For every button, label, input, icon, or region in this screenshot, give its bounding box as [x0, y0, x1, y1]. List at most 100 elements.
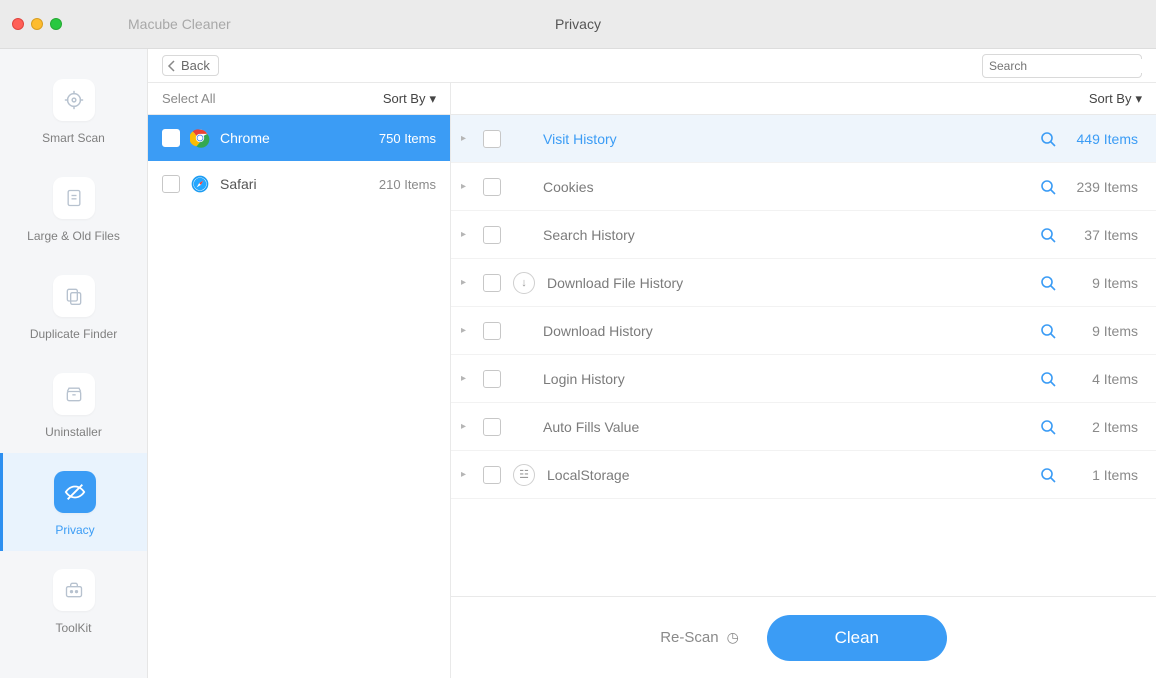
browser-name: Chrome: [220, 130, 369, 146]
disclosure-triangle-icon[interactable]: ▸: [461, 421, 471, 432]
magnify-icon[interactable]: [1040, 467, 1056, 483]
clean-label: Clean: [835, 628, 879, 648]
magnify-icon[interactable]: [1040, 275, 1056, 291]
browser-row-safari[interactable]: Safari210 Items: [148, 161, 450, 207]
detail-count: 9 Items: [1068, 323, 1138, 339]
section-title: Privacy: [555, 16, 601, 32]
sidebar-item-label: Uninstaller: [45, 425, 102, 439]
minimize-window-button[interactable]: [31, 18, 43, 30]
detail-checkbox[interactable]: [483, 130, 501, 148]
browser-row-chrome[interactable]: Chrome 750 Items: [148, 115, 450, 161]
file-icon: [53, 177, 95, 219]
detail-label: Download History: [543, 323, 1028, 339]
safari-icon: [190, 174, 210, 194]
detail-count: 449 Items: [1068, 131, 1138, 147]
sort-by-left[interactable]: Sort By ▾: [383, 91, 436, 107]
browser-checkbox[interactable]: [162, 175, 180, 193]
sidebar-item-label: Duplicate Finder: [30, 327, 117, 341]
close-window-button[interactable]: [12, 18, 24, 30]
storage-icon: ☳: [513, 464, 535, 486]
sidebar-item-toolkit[interactable]: ToolKit: [0, 551, 147, 649]
disclosure-triangle-icon[interactable]: ▸: [461, 469, 471, 480]
eye-off-icon: [54, 471, 96, 513]
detail-row-download-history[interactable]: ▸ Download History 9 Items: [451, 307, 1156, 355]
magnify-icon[interactable]: [1040, 179, 1056, 195]
sidebar-item-duplicate-finder[interactable]: Duplicate Finder: [0, 257, 147, 355]
disclosure-triangle-icon[interactable]: ▸: [461, 181, 471, 192]
detail-row-localstorage[interactable]: ▸☳LocalStorage1 Items: [451, 451, 1156, 499]
chrome-icon: [190, 128, 210, 148]
disclosure-triangle-icon[interactable]: ▸: [461, 277, 471, 288]
disclosure-triangle-icon[interactable]: ▸: [461, 373, 471, 384]
rescan-button[interactable]: Re-Scan ◷: [660, 629, 739, 646]
detail-row-download-file-history[interactable]: ▸↓Download File History9 Items: [451, 259, 1156, 307]
clean-button[interactable]: Clean: [767, 615, 947, 661]
detail-checkbox[interactable]: [483, 418, 501, 436]
toolbox-icon: [53, 569, 95, 611]
detail-row-cookies[interactable]: ▸ Cookies 239 Items: [451, 163, 1156, 211]
select-all-label[interactable]: Select All: [162, 91, 215, 106]
detail-checkbox[interactable]: [483, 274, 501, 292]
sidebar-item-uninstaller[interactable]: Uninstaller: [0, 355, 147, 453]
detail-checkbox[interactable]: [483, 178, 501, 196]
magnify-icon[interactable]: [1040, 419, 1056, 435]
detail-count: 9 Items: [1068, 275, 1138, 291]
detail-row-login-history[interactable]: ▸Login History4 Items: [451, 355, 1156, 403]
search-field[interactable]: [982, 54, 1142, 78]
sidebar-item-label: Large & Old Files: [27, 229, 120, 243]
rescan-label: Re-Scan: [660, 629, 718, 646]
back-button-label: Back: [181, 58, 210, 73]
sidebar-item-privacy[interactable]: Privacy: [0, 453, 147, 551]
target-icon: [53, 79, 95, 121]
detail-row-visit-history[interactable]: ▸ Visit History 449 Items: [451, 115, 1156, 163]
browser-list: Chrome 750 Items Safari210 Items: [148, 115, 450, 207]
detail-label: Visit History: [543, 131, 1028, 147]
archive-icon: [53, 373, 95, 415]
sort-by-left-label: Sort By: [383, 91, 426, 106]
titlebar: Macube Cleaner Privacy: [0, 0, 1156, 49]
magnify-icon[interactable]: [1040, 323, 1056, 339]
browser-checkbox[interactable]: [162, 129, 180, 147]
sort-by-right[interactable]: Sort By ▾: [1089, 91, 1142, 107]
detail-label: Cookies: [543, 179, 1028, 195]
download-icon: ↓: [513, 272, 535, 294]
detail-row-auto-fills-value[interactable]: ▸ Auto Fills Value 2 Items: [451, 403, 1156, 451]
detail-count: 37 Items: [1068, 227, 1138, 243]
disclosure-triangle-icon[interactable]: ▸: [461, 325, 471, 336]
detail-count: 4 Items: [1068, 371, 1138, 387]
detail-row-search-history[interactable]: ▸ Search History 37 Items: [451, 211, 1156, 259]
magnify-icon[interactable]: [1040, 131, 1056, 147]
disclosure-triangle-icon[interactable]: ▸: [461, 229, 471, 240]
detail-label: Auto Fills Value: [543, 419, 1028, 435]
detail-label: Search History: [543, 227, 1028, 243]
footer: Re-Scan ◷ Clean: [451, 596, 1156, 678]
detail-count: 2 Items: [1068, 419, 1138, 435]
window-controls: [12, 18, 62, 30]
detail-checkbox[interactable]: [483, 466, 501, 484]
chevron-down-icon: ▾: [1135, 91, 1142, 107]
magnify-icon[interactable]: [1040, 227, 1056, 243]
detail-list: ▸ Visit History 449 Items ▸ Cookies 239 Items…: [451, 115, 1156, 596]
right-sub-header: Sort By ▾: [451, 83, 1156, 115]
search-input[interactable]: [989, 59, 1144, 73]
sidebar-item-smart-scan[interactable]: Smart Scan: [0, 61, 147, 159]
detail-checkbox[interactable]: [483, 226, 501, 244]
detail-checkbox[interactable]: [483, 370, 501, 388]
sort-by-right-label: Sort By: [1089, 91, 1132, 106]
browser-count: 750 Items: [379, 131, 436, 146]
sidebar-item-label: Privacy: [55, 523, 94, 537]
detail-count: 239 Items: [1068, 179, 1138, 195]
disclosure-triangle-icon[interactable]: ▸: [461, 133, 471, 144]
detail-count: 1 Items: [1068, 467, 1138, 483]
sidebar: Smart Scan Large & Old Files Duplicate Fin…: [0, 49, 148, 678]
back-button[interactable]: Back: [162, 55, 219, 76]
sidebar-item-large-old-files[interactable]: Large & Old Files: [0, 159, 147, 257]
detail-checkbox[interactable]: [483, 322, 501, 340]
chevron-left-icon: [167, 60, 177, 72]
rescan-clock-icon: ◷: [727, 629, 739, 646]
app-title: Macube Cleaner: [128, 16, 231, 32]
magnify-icon[interactable]: [1040, 371, 1056, 387]
maximize-window-button[interactable]: [50, 18, 62, 30]
left-sub-header: Select All Sort By ▾: [148, 83, 450, 115]
chevron-down-icon: ▾: [429, 91, 436, 107]
